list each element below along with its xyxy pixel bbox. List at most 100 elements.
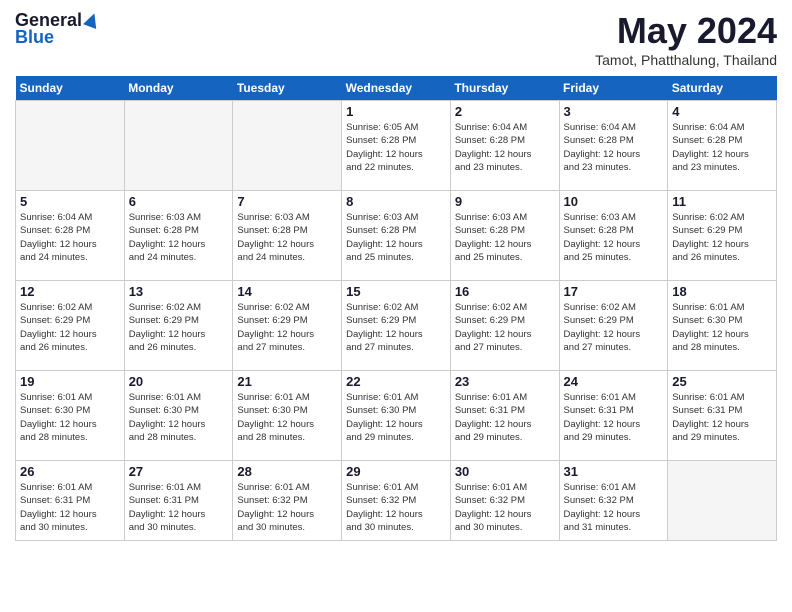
day-number: 2 <box>455 104 555 119</box>
logo: General Blue <box>15 10 101 48</box>
month-title: May 2024 <box>595 10 777 52</box>
calendar-cell: 9 Sunrise: 6:03 AM Sunset: 6:28 PM Daylig… <box>450 191 559 281</box>
header-row: SundayMondayTuesdayWednesdayThursdayFrid… <box>16 76 777 101</box>
day-number: 15 <box>346 284 446 299</box>
calendar-cell: 25Sunrise: 6:01 AM Sunset: 6:31 PM Dayli… <box>668 371 777 461</box>
calendar-cell: 20 Sunrise: 6:01 AM Sunset: 6:30 PM Dayli… <box>124 371 233 461</box>
calendar-cell <box>124 101 233 191</box>
header-monday: Monday <box>124 76 233 101</box>
calendar-table: SundayMondayTuesdayWednesdayThursdayFrid… <box>15 76 777 541</box>
day-info: Sunrise: 6:01 AM Sunset: 6:32 PM Dayligh… <box>455 481 555 534</box>
week-row-4: 19Sunrise: 6:01 AM Sunset: 6:30 PM Dayli… <box>16 371 777 461</box>
day-info: Sunrise: 6:03 AM Sunset: 6:28 PM Dayligh… <box>346 211 446 264</box>
calendar-cell: 30Sunrise: 6:01 AM Sunset: 6:32 PM Dayli… <box>450 461 559 541</box>
day-info: Sunrise: 6:02 AM Sunset: 6:29 PM Dayligh… <box>237 301 337 354</box>
day-info: Sunrise: 6:03 AM Sunset: 6:28 PM Dayligh… <box>237 211 337 264</box>
calendar-cell: 6 Sunrise: 6:03 AM Sunset: 6:28 PM Daylig… <box>124 191 233 281</box>
day-info: Sunrise: 6:01 AM Sunset: 6:30 PM Dayligh… <box>672 301 772 354</box>
day-info: Sunrise: 6:04 AM Sunset: 6:28 PM Dayligh… <box>20 211 120 264</box>
calendar-cell <box>233 101 342 191</box>
location: Tamot, Phatthalung, Thailand <box>595 52 777 68</box>
calendar-cell: 16Sunrise: 6:02 AM Sunset: 6:29 PM Dayli… <box>450 281 559 371</box>
calendar-cell: 19Sunrise: 6:01 AM Sunset: 6:30 PM Dayli… <box>16 371 125 461</box>
day-number: 27 <box>129 464 229 479</box>
calendar-cell: 8 Sunrise: 6:03 AM Sunset: 6:28 PM Daylig… <box>342 191 451 281</box>
header-tuesday: Tuesday <box>233 76 342 101</box>
calendar-cell: 29 Sunrise: 6:01 AM Sunset: 6:32 PM Dayli… <box>342 461 451 541</box>
calendar-cell: 17 Sunrise: 6:02 AM Sunset: 6:29 PM Dayli… <box>559 281 668 371</box>
day-info: Sunrise: 6:03 AM Sunset: 6:28 PM Dayligh… <box>129 211 229 264</box>
header-saturday: Saturday <box>668 76 777 101</box>
day-info: Sunrise: 6:01 AM Sunset: 6:30 PM Dayligh… <box>129 391 229 444</box>
calendar-cell: 5 Sunrise: 6:04 AM Sunset: 6:28 PM Daylig… <box>16 191 125 281</box>
day-info: Sunrise: 6:01 AM Sunset: 6:30 PM Dayligh… <box>237 391 337 444</box>
calendar-cell: 31 Sunrise: 6:01 AM Sunset: 6:32 PM Dayli… <box>559 461 668 541</box>
day-info: Sunrise: 6:02 AM Sunset: 6:29 PM Dayligh… <box>346 301 446 354</box>
day-number: 18 <box>672 284 772 299</box>
header-sunday: Sunday <box>16 76 125 101</box>
calendar-cell: 28 Sunrise: 6:01 AM Sunset: 6:32 PM Dayli… <box>233 461 342 541</box>
calendar-cell: 27 Sunrise: 6:01 AM Sunset: 6:31 PM Dayli… <box>124 461 233 541</box>
day-number: 24 <box>564 374 664 389</box>
calendar-cell <box>668 461 777 541</box>
calendar-cell: 1 Sunrise: 6:05 AM Sunset: 6:28 PM Daylig… <box>342 101 451 191</box>
day-number: 3 <box>564 104 664 119</box>
day-info: Sunrise: 6:03 AM Sunset: 6:28 PM Dayligh… <box>564 211 664 264</box>
day-number: 8 <box>346 194 446 209</box>
day-number: 5 <box>20 194 120 209</box>
calendar-cell: 11 Sunrise: 6:02 AM Sunset: 6:29 PM Dayli… <box>668 191 777 281</box>
day-info: Sunrise: 6:01 AM Sunset: 6:32 PM Dayligh… <box>237 481 337 534</box>
day-number: 17 <box>564 284 664 299</box>
calendar-cell: 4Sunrise: 6:04 AM Sunset: 6:28 PM Daylig… <box>668 101 777 191</box>
calendar-cell: 22Sunrise: 6:01 AM Sunset: 6:30 PM Dayli… <box>342 371 451 461</box>
day-number: 29 <box>346 464 446 479</box>
calendar-cell: 14 Sunrise: 6:02 AM Sunset: 6:29 PM Dayli… <box>233 281 342 371</box>
day-info: Sunrise: 6:01 AM Sunset: 6:31 PM Dayligh… <box>455 391 555 444</box>
logo-blue-text: Blue <box>15 27 54 48</box>
day-info: Sunrise: 6:03 AM Sunset: 6:28 PM Dayligh… <box>455 211 555 264</box>
day-info: Sunrise: 6:02 AM Sunset: 6:29 PM Dayligh… <box>455 301 555 354</box>
day-number: 12 <box>20 284 120 299</box>
calendar-cell: 18 Sunrise: 6:01 AM Sunset: 6:30 PM Dayli… <box>668 281 777 371</box>
day-number: 6 <box>129 194 229 209</box>
logo-icon <box>83 11 101 29</box>
day-info: Sunrise: 6:01 AM Sunset: 6:31 PM Dayligh… <box>20 481 120 534</box>
day-number: 10 <box>564 194 664 209</box>
day-number: 20 <box>129 374 229 389</box>
day-info: Sunrise: 6:01 AM Sunset: 6:31 PM Dayligh… <box>129 481 229 534</box>
day-info: Sunrise: 6:04 AM Sunset: 6:28 PM Dayligh… <box>455 121 555 174</box>
day-info: Sunrise: 6:02 AM Sunset: 6:29 PM Dayligh… <box>564 301 664 354</box>
day-info: Sunrise: 6:02 AM Sunset: 6:29 PM Dayligh… <box>672 211 772 264</box>
calendar-cell: 21 Sunrise: 6:01 AM Sunset: 6:30 PM Dayli… <box>233 371 342 461</box>
calendar-cell <box>16 101 125 191</box>
title-section: May 2024 Tamot, Phatthalung, Thailand <box>595 10 777 68</box>
week-row-5: 26Sunrise: 6:01 AM Sunset: 6:31 PM Dayli… <box>16 461 777 541</box>
calendar-cell: 3 Sunrise: 6:04 AM Sunset: 6:28 PM Daylig… <box>559 101 668 191</box>
day-number: 1 <box>346 104 446 119</box>
day-number: 31 <box>564 464 664 479</box>
day-number: 7 <box>237 194 337 209</box>
header-wednesday: Wednesday <box>342 76 451 101</box>
week-row-2: 5 Sunrise: 6:04 AM Sunset: 6:28 PM Daylig… <box>16 191 777 281</box>
day-info: Sunrise: 6:02 AM Sunset: 6:29 PM Dayligh… <box>20 301 120 354</box>
day-info: Sunrise: 6:02 AM Sunset: 6:29 PM Dayligh… <box>129 301 229 354</box>
day-number: 28 <box>237 464 337 479</box>
day-number: 21 <box>237 374 337 389</box>
day-info: Sunrise: 6:01 AM Sunset: 6:32 PM Dayligh… <box>564 481 664 534</box>
week-row-3: 12 Sunrise: 6:02 AM Sunset: 6:29 PM Dayli… <box>16 281 777 371</box>
calendar-cell: 15 Sunrise: 6:02 AM Sunset: 6:29 PM Dayli… <box>342 281 451 371</box>
day-number: 14 <box>237 284 337 299</box>
day-number: 11 <box>672 194 772 209</box>
day-info: Sunrise: 6:05 AM Sunset: 6:28 PM Dayligh… <box>346 121 446 174</box>
calendar-cell: 12 Sunrise: 6:02 AM Sunset: 6:29 PM Dayli… <box>16 281 125 371</box>
day-number: 13 <box>129 284 229 299</box>
day-info: Sunrise: 6:01 AM Sunset: 6:30 PM Dayligh… <box>20 391 120 444</box>
day-number: 4 <box>672 104 772 119</box>
day-info: Sunrise: 6:04 AM Sunset: 6:28 PM Dayligh… <box>564 121 664 174</box>
day-info: Sunrise: 6:01 AM Sunset: 6:32 PM Dayligh… <box>346 481 446 534</box>
calendar-cell: 7 Sunrise: 6:03 AM Sunset: 6:28 PM Daylig… <box>233 191 342 281</box>
day-info: Sunrise: 6:01 AM Sunset: 6:31 PM Dayligh… <box>564 391 664 444</box>
page-header: General Blue May 2024 Tamot, Phatthalung… <box>15 10 777 68</box>
calendar-cell: 2 Sunrise: 6:04 AM Sunset: 6:28 PM Daylig… <box>450 101 559 191</box>
day-number: 9 <box>455 194 555 209</box>
